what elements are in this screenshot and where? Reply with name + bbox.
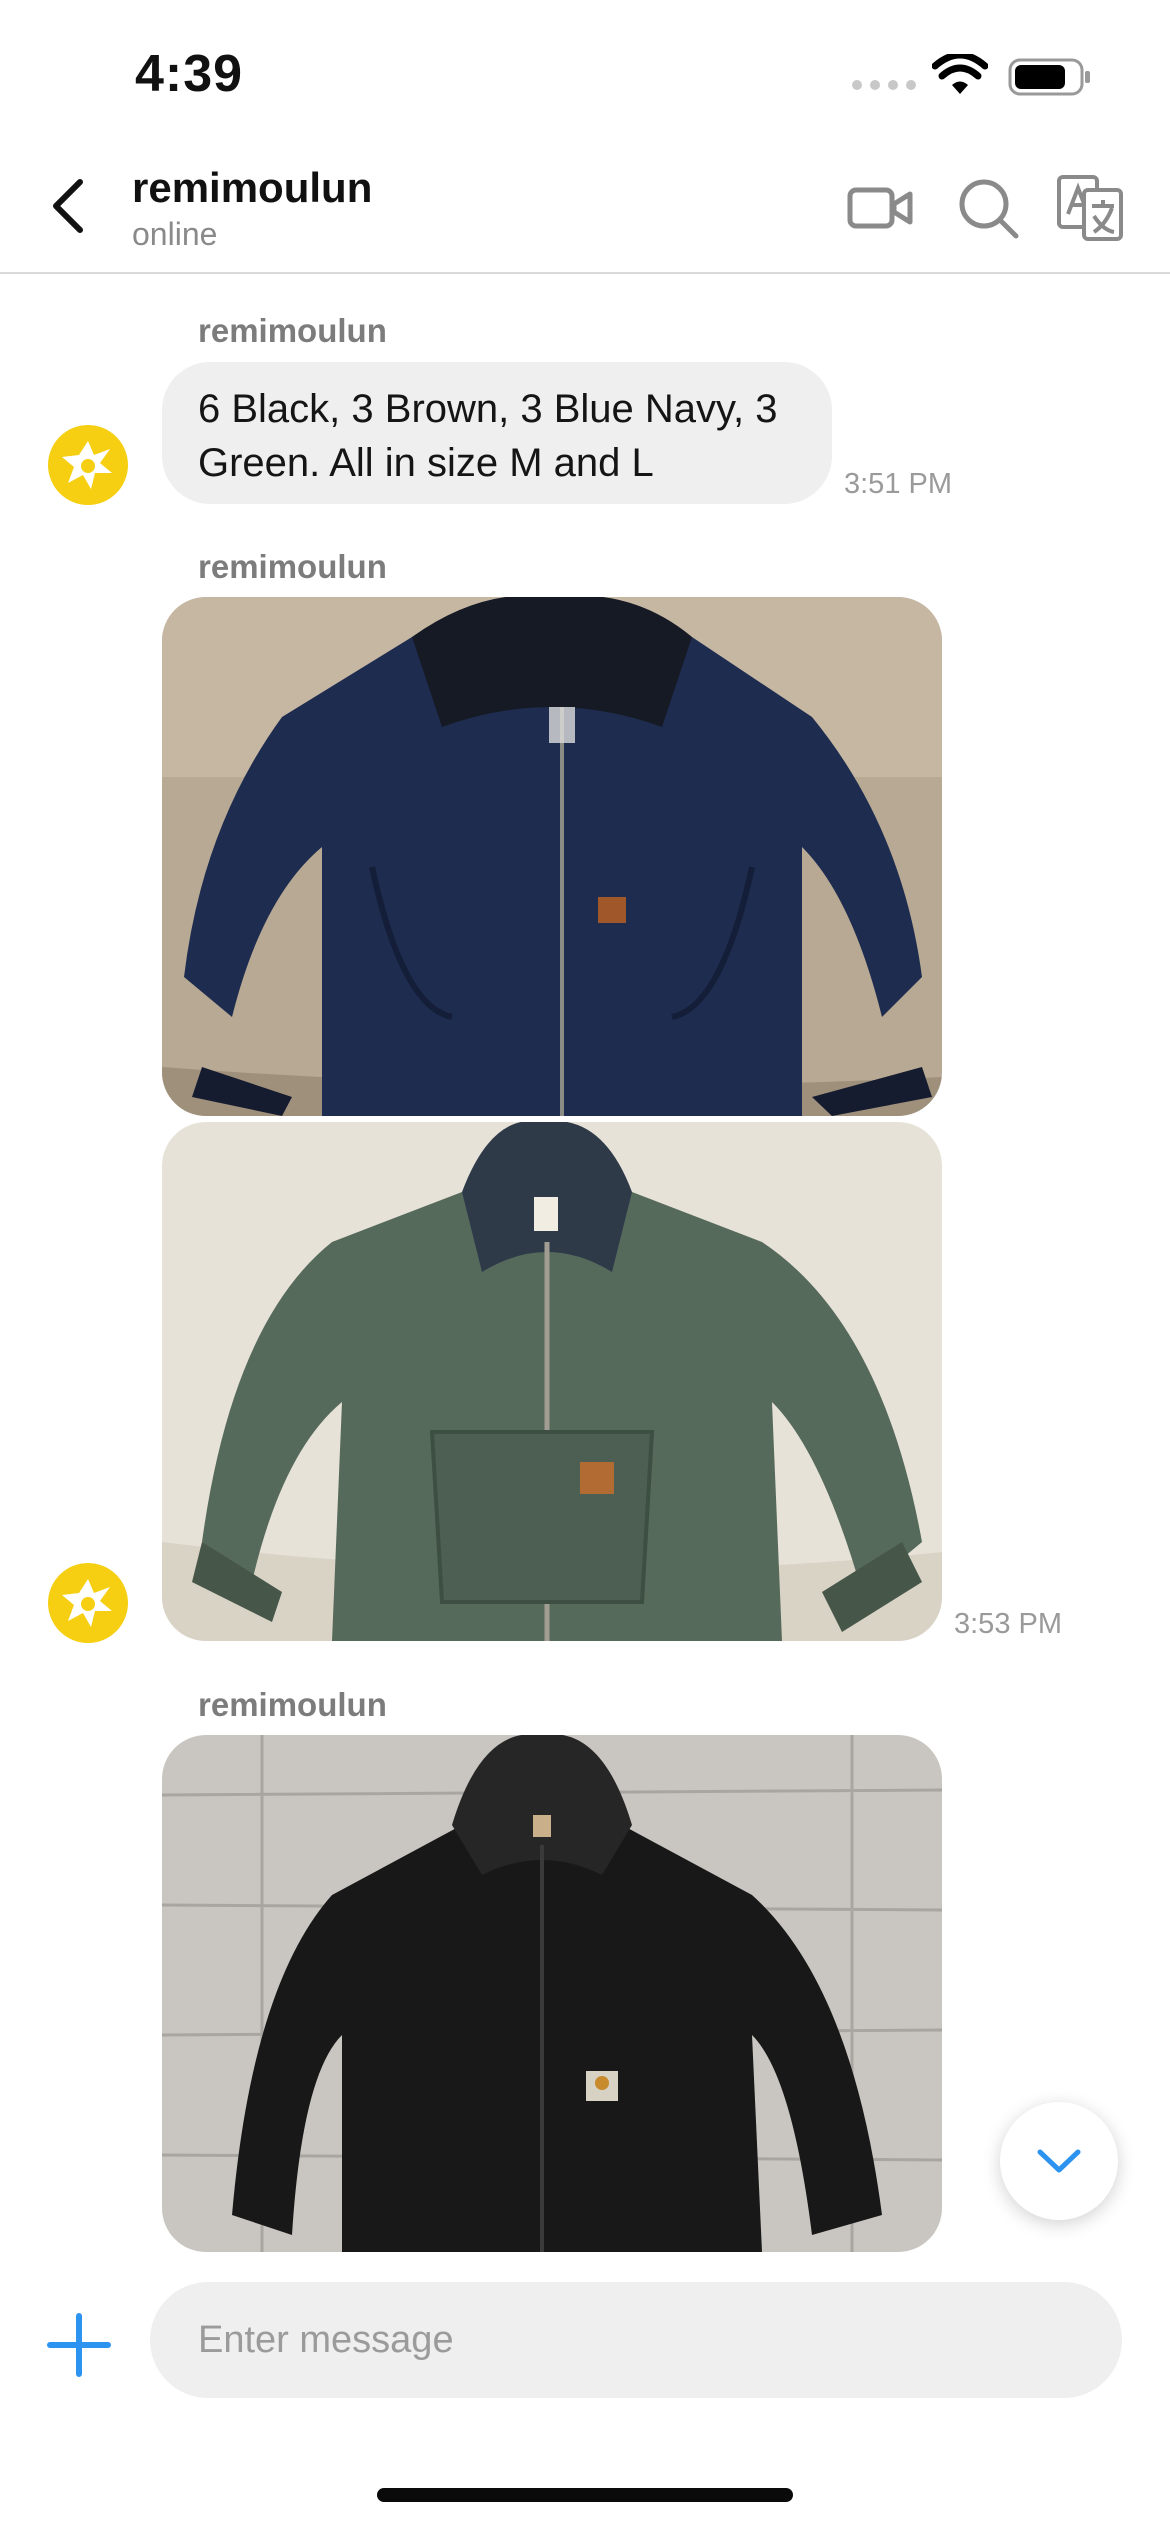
message-time: 3:51 PM (844, 468, 952, 500)
search-icon[interactable] (954, 174, 1022, 242)
jacket-photo-navy[interactable] (162, 597, 942, 1116)
jacket-photo-green[interactable] (162, 1122, 942, 1641)
home-indicator (377, 2488, 793, 2502)
chat-header: remimoulun online (0, 140, 1170, 274)
avatar-icon[interactable] (48, 425, 128, 505)
sender-name: remimoulun (198, 548, 387, 585)
message-time: 3:53 PM (954, 1608, 1062, 1640)
chevron-down-icon (1037, 2149, 1081, 2173)
back-icon[interactable] (44, 176, 96, 236)
battery-icon (1008, 58, 1090, 96)
plus-icon[interactable] (44, 2310, 114, 2380)
message-bubble[interactable]: 6 Black, 3 Brown, 3 Blue Navy, 3 Green. … (162, 362, 832, 504)
avatar-icon[interactable] (48, 1563, 128, 1643)
status-time: 4:39 (135, 45, 244, 103)
signal-icon (852, 80, 916, 90)
chat-title[interactable]: remimoulun (132, 164, 372, 212)
translate-icon[interactable] (1056, 174, 1124, 242)
jacket-photo-black[interactable] (162, 1735, 942, 2252)
wifi-icon (932, 54, 988, 94)
sender-name: remimoulun (198, 1686, 387, 1723)
sender-name: remimoulun (198, 312, 387, 349)
status-bar: 4:39 (0, 0, 1170, 140)
scroll-down-button[interactable] (1000, 2102, 1118, 2220)
video-call-icon[interactable] (846, 174, 914, 242)
message-input[interactable] (150, 2282, 1122, 2398)
presence-status: online (132, 216, 218, 252)
